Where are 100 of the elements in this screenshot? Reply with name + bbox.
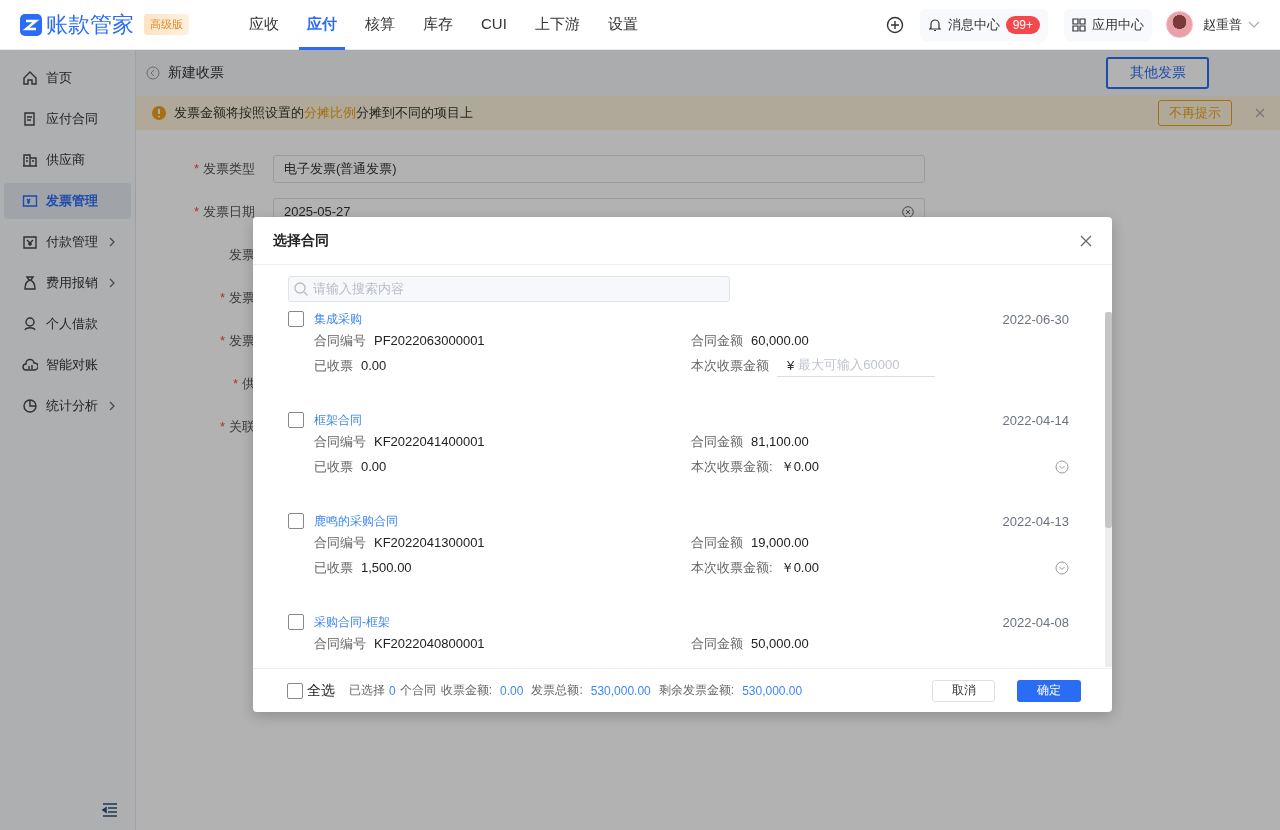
required-mark: *	[193, 203, 199, 219]
sidebar-label: 首页	[46, 69, 72, 87]
sidebar-label: 个人借款	[46, 315, 98, 333]
app-center-label: 应用中心	[1092, 15, 1144, 34]
contract-name-link[interactable]: 鹿鸣的采购合同	[314, 512, 398, 530]
contract-amount: 19,000.00	[751, 535, 809, 550]
message-count-badge: 99+	[1005, 15, 1040, 34]
sidebar-item[interactable]: 个人借款	[4, 306, 131, 342]
cancel-button[interactable]: 取消	[932, 679, 995, 702]
contract-date: 2022-04-13	[1002, 513, 1069, 529]
building-icon	[22, 152, 38, 168]
checkbox[interactable]	[288, 412, 304, 428]
app-center-button[interactable]: 应用中心	[1064, 8, 1152, 41]
message-center-label: 消息中心	[947, 15, 1000, 34]
contract-amount: 50,000.00	[751, 636, 809, 651]
dialog-title: 选择合同	[273, 231, 329, 250]
invoice-amount: ￥0.00	[780, 457, 819, 476]
add-icon[interactable]	[885, 15, 904, 34]
field-label: 已收票	[314, 457, 353, 476]
required-mark: *	[193, 160, 199, 176]
logo-icon	[20, 13, 42, 36]
nav-tab[interactable]: CUI	[473, 0, 515, 50]
form-label: 发票类型	[203, 160, 255, 176]
collapse-menu-icon[interactable]	[100, 802, 118, 818]
summary-value: 530,000.00	[742, 683, 803, 698]
sidebar-item[interactable]: 付款管理	[4, 224, 131, 260]
document-icon	[22, 111, 38, 127]
home-icon	[22, 70, 38, 86]
confirm-button[interactable]: 确定	[1017, 679, 1081, 702]
user-avatar[interactable]	[1166, 11, 1193, 38]
chevron-right-icon	[107, 401, 117, 411]
pie-chart-icon	[22, 398, 38, 414]
close-button[interactable]	[1080, 234, 1092, 247]
sidebar-label: 应付合同	[46, 110, 98, 128]
message-center-button[interactable]: 消息中心 99+	[919, 8, 1048, 41]
nav-tab[interactable]: 上下游	[526, 0, 588, 50]
contract-amount: 81,100.00	[751, 434, 809, 449]
field-label: 合同金额	[691, 634, 743, 653]
form-label: 关联	[229, 418, 255, 434]
required-mark: *	[232, 375, 238, 391]
contract-date: 2022-04-08	[1002, 614, 1069, 630]
field-label: 本次收票金额:	[691, 457, 773, 476]
grid-icon	[1072, 17, 1086, 32]
sidebar-item[interactable]: 费用报销	[4, 265, 131, 301]
contract-number: KF2022041300001	[374, 535, 485, 550]
amount-input-field[interactable]: ¥ 最大可输入60000	[777, 354, 935, 377]
sidebar-item[interactable]: 应付合同	[4, 101, 131, 137]
sidebar-label: 发票管理	[46, 192, 98, 210]
required-mark: *	[219, 289, 225, 305]
contract-name-link[interactable]: 框架合同	[314, 411, 362, 429]
scrollbar-thumb[interactable]	[1105, 312, 1112, 528]
user-name[interactable]: 赵重普	[1203, 15, 1242, 34]
select-all-checkbox[interactable]	[287, 682, 303, 699]
nav-tab[interactable]: 应收	[241, 0, 287, 50]
select-all-label[interactable]: 全选	[307, 681, 335, 700]
close-icon[interactable]	[1254, 107, 1266, 119]
edition-badge: 高级版	[144, 14, 189, 35]
received-amount: 0.00	[361, 459, 387, 474]
sidebar-label: 费用报销	[46, 274, 98, 292]
field-label: 本次收票金额:	[691, 558, 773, 577]
sidebar-label: 付款管理	[46, 233, 98, 251]
form-field[interactable]: 电子发票(普通发票)	[273, 154, 925, 183]
contract-date: 2022-04-14	[1002, 412, 1069, 428]
expand-icon[interactable]	[1055, 560, 1069, 575]
nav-tab[interactable]: 库存	[415, 0, 461, 50]
received-amount: 1,500.00	[361, 560, 412, 575]
cloud-chart-icon	[22, 357, 38, 373]
sidebar-item[interactable]: 首页	[4, 60, 131, 96]
back-icon[interactable]	[146, 66, 160, 80]
checkbox[interactable]	[288, 311, 304, 327]
chevron-right-icon	[107, 278, 117, 288]
summary-label: 已选择	[349, 682, 385, 699]
form-label: 发票日期	[203, 203, 255, 219]
sidebar-item[interactable]: 供应商	[4, 142, 131, 178]
nav-tab[interactable]: 设置	[599, 0, 646, 50]
field-label: 合同编号	[314, 634, 366, 653]
contract-number: PF2022063000001	[374, 333, 485, 348]
nav-tab[interactable]: 核算	[357, 0, 403, 50]
field-label: 合同金额	[691, 331, 743, 350]
selected-count: 0	[389, 683, 396, 698]
app-logo: 账款管家	[46, 10, 134, 39]
other-invoice-button[interactable]: 其他发票	[1106, 57, 1209, 89]
received-amount: 0.00	[361, 358, 387, 373]
chevron-right-icon	[107, 237, 117, 247]
checkbox[interactable]	[288, 614, 304, 630]
chevron-down-icon[interactable]	[1248, 20, 1260, 29]
page-title: 新建收票	[168, 64, 224, 82]
sidebar-item[interactable]: 统计分析	[4, 388, 131, 424]
clear-icon[interactable]	[902, 205, 914, 218]
warning-icon	[152, 106, 166, 120]
sidebar-item[interactable]: 智能对账	[4, 347, 131, 383]
contract-name-link[interactable]: 集成采购	[314, 310, 362, 328]
summary-label: 剩余发票金额:	[658, 682, 735, 699]
contract-name-link[interactable]: 采购合同-框架	[314, 613, 390, 631]
checkbox[interactable]	[288, 513, 304, 529]
money-bag-icon	[22, 275, 38, 291]
contract-amount: 60,000.00	[751, 333, 809, 348]
summary-label: 发票总额:	[531, 682, 583, 699]
expand-icon[interactable]	[1055, 459, 1069, 474]
contract-date: 2022-06-30	[1002, 311, 1069, 327]
